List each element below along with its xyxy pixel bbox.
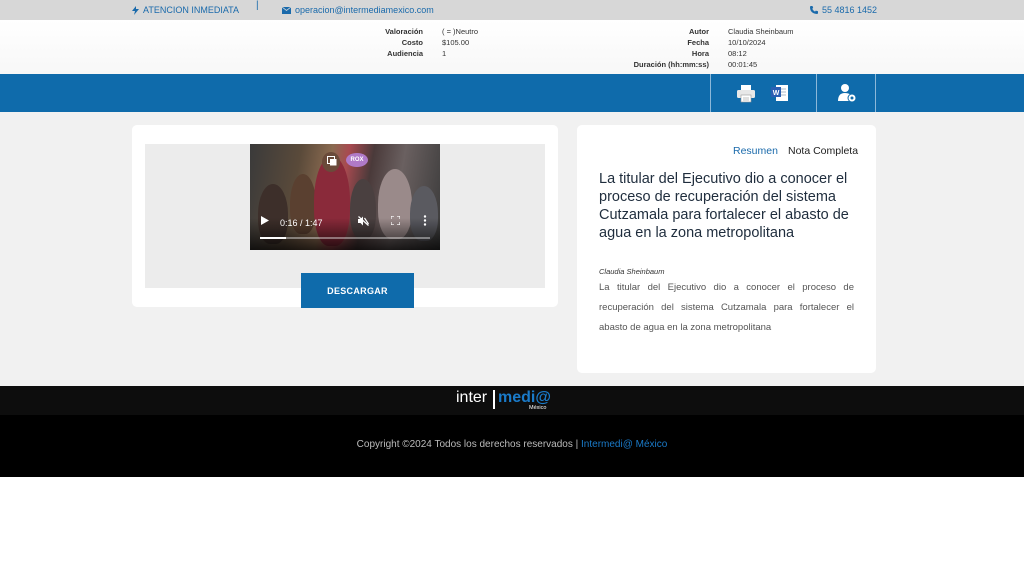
download-button[interactable]: DESCARGAR [301,273,414,308]
play-icon[interactable] [261,216,269,225]
mute-icon[interactable] [358,216,369,226]
logo-text-inter: inter [456,389,488,406]
phone-link[interactable]: 55 4816 1452 [810,0,877,20]
meta-value-fecha: 10/10/2024 [728,38,766,47]
topbar-separator: | [256,0,259,11]
meta-value-audiencia: 1 [442,49,447,58]
meta-value-hora: 08:12 [728,49,747,58]
article-author: Claudia Sheinbaum [599,267,665,276]
printer-icon [737,85,755,103]
attention-link[interactable]: ATENCION INMEDIATA [132,0,239,20]
user-settings-button[interactable] [836,82,858,104]
video-progress-fill [260,237,286,239]
meta-key-hora: Hora [691,49,709,58]
meta-key-audiencia: Audiencia [387,49,423,58]
brand-link[interactable]: Intermedi@ México [581,439,667,450]
tab-resumen[interactable]: Resumen [733,145,778,157]
meta-key-duracion: Duración (hh:mm:ss) [633,60,709,69]
note-metadata: Valoración ( = )Neutro Costo $105.00 Aud… [0,20,1024,74]
video-time: 0:16 / 1:47 [280,218,323,228]
copyright-text: Copyright ©2024 Todos los derechos reser… [356,439,579,450]
action-toolbar: W [0,74,1024,112]
lightning-icon [132,5,139,15]
meta-value-duracion: 00:01:45 [728,60,758,69]
article-title: La titular del Ejecutivo dio a conocer e… [599,171,849,241]
toolbar-divider [816,74,817,112]
article-card: Resumen Nota Completa La titular del Eje… [577,125,876,373]
word-document-icon: W [771,85,788,101]
video-progress-bar[interactable] [260,237,430,239]
meta-key-valoracion: Valoración [385,27,423,36]
picture-in-picture-icon[interactable] [327,156,337,166]
footer: Copyright ©2024 Todos los derechos reser… [0,415,1024,477]
video-player[interactable]: ROX 0:16 / 1:47 [250,144,440,250]
logo-subtitle: México [529,405,547,411]
logo-divider [493,390,495,409]
more-options-icon[interactable] [423,215,427,226]
video-controls [250,218,440,250]
user-settings-icon [838,84,857,103]
meta-key-costo: Costo [401,38,423,47]
top-contact-bar: ATENCION INMEDIATA | operacion@intermedi… [0,0,1024,20]
email-text: operacion@intermediamexico.com [295,5,434,15]
footer-logo-bar: inter medi@ México [0,386,1024,415]
meta-value-autor: Claudia Sheinbaum [728,27,794,36]
svg-text:W: W [773,90,780,97]
media-card: ROX 0:16 / 1:47 DESCARGAR [132,125,558,308]
toolbar-divider [710,74,711,112]
envelope-icon [282,6,291,14]
phone-text: 55 4816 1452 [822,5,878,15]
meta-value-costo: $105.00 [442,38,470,47]
fullscreen-icon[interactable] [391,216,400,225]
video-watermark: ROX [346,153,368,167]
meta-key-fecha: Fecha [687,38,709,47]
phone-icon [810,6,818,14]
main-content: ROX 0:16 / 1:47 DESCARGAR Resumen Nota C… [0,112,1024,386]
video-container: ROX 0:16 / 1:47 DESCARGAR [145,144,545,308]
tab-nota-completa[interactable]: Nota Completa [788,145,858,157]
export-word-button[interactable]: W [769,82,791,104]
copyright: Copyright ©2024 Todos los derechos reser… [0,439,1024,450]
article-summary: La titular del Ejecutivo dio a conocer e… [599,282,854,333]
meta-key-autor: Autor [689,27,709,36]
attention-label: ATENCION INMEDIATA [143,5,240,15]
meta-value-valoracion: ( = )Neutro [442,27,479,36]
email-link[interactable]: operacion@intermediamexico.com [282,0,434,20]
toolbar-divider [875,74,876,112]
print-button[interactable] [735,82,757,104]
